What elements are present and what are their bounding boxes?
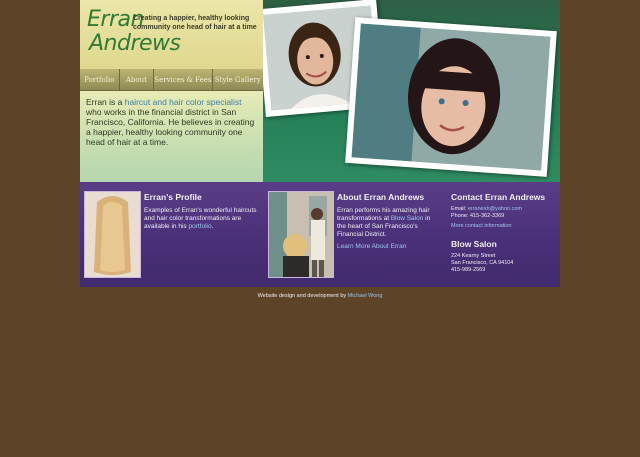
info-panel: Erran's Profile Examples of Erran's wond…	[80, 182, 560, 287]
specialist-link[interactable]: haircut and hair color specialist	[125, 97, 242, 107]
long-hair-illustration	[85, 192, 140, 277]
more-contact-link[interactable]: More contact information	[451, 223, 512, 230]
header-brand: Erran Andrews Creating a happier, health…	[80, 0, 263, 69]
about-text: Erran performs his amazing hair transfor…	[337, 207, 441, 239]
nav-portfolio[interactable]: Portfolio	[80, 69, 120, 90]
tagline: Creating a happier, healthy looking comm…	[133, 15, 257, 31]
contact-phone: Phone: 415-362-3369	[451, 213, 505, 219]
nav-about[interactable]: About	[120, 69, 155, 90]
profile-suffix: .	[211, 223, 214, 230]
footer-text: Website design and development by	[257, 293, 348, 299]
salon-address2: San Francisco, CA 94104	[451, 260, 514, 266]
nav-style-gallery[interactable]: Style Gallery	[213, 69, 263, 90]
hero-photos	[263, 0, 560, 182]
salon-address1: 224 Kearny Street	[451, 253, 496, 259]
profile-text: Examples of Erran's wonderful haircuts a…	[144, 207, 259, 231]
email-label: Email:	[451, 206, 468, 212]
logo-line2: Andrews	[89, 31, 181, 56]
profile-title: Erran's Profile	[144, 192, 202, 202]
nav-services-fees[interactable]: Services & Fees	[154, 69, 213, 90]
portfolio-link[interactable]: portfolio	[188, 223, 211, 230]
main-nav: Portfolio About Services & Fees Style Ga…	[80, 69, 263, 91]
intro-text: Erran is a haircut and hair color specia…	[86, 97, 256, 147]
salon-illustration	[269, 192, 333, 277]
learn-more-link[interactable]: Learn More About Erran	[337, 243, 406, 251]
salon-phone: 415-989-2569	[451, 267, 486, 273]
site-footer: Website design and development by Michae…	[0, 293, 640, 299]
blow-salon-link[interactable]: Blow Salon	[391, 215, 424, 222]
intro-rest: who works in the financial district in S…	[86, 107, 255, 147]
client-photo-bob	[345, 17, 557, 177]
contact-title: Contact Erran Andrews	[451, 192, 546, 202]
intro-box: Erran is a haircut and hair color specia…	[80, 91, 263, 182]
email-link[interactable]: erranesh@yahoo.com	[468, 206, 522, 212]
profile-thumbnail[interactable]	[84, 191, 141, 278]
about-thumbnail[interactable]	[268, 191, 334, 278]
intro-prefix: Erran is a	[86, 97, 125, 107]
author-link[interactable]: Michael Wong	[348, 293, 383, 299]
page-container: Erran Andrews Creating a happier, health…	[80, 0, 560, 287]
contact-email-line: Email: erranesh@yahoo.com	[451, 206, 522, 213]
salon-title: Blow Salon	[451, 239, 497, 249]
about-title: About Erran Andrews	[337, 192, 425, 202]
portrait-illustration-2	[351, 23, 551, 171]
